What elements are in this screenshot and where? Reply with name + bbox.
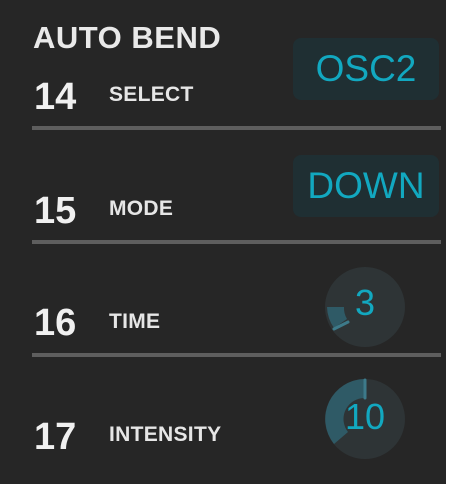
- divider: [32, 240, 441, 244]
- parameter-number: 17: [34, 416, 77, 458]
- divider: [32, 353, 441, 357]
- knob-value: 10: [344, 396, 386, 437]
- knob-value: 3: [354, 282, 376, 323]
- parameter-label: MODE: [109, 197, 174, 220]
- parameter-label: INTENSITY: [109, 423, 222, 446]
- parameter-label: TIME: [109, 310, 161, 333]
- divider: [32, 126, 441, 130]
- row-intensity: 17 INTENSITY 10: [0, 0, 446, 459]
- mode-value-selector[interactable]: DOWN: [293, 155, 439, 217]
- auto-bend-panel: AUTO BEND 14 SELECT OSC2 15 MODE DOWN 16…: [0, 0, 446, 484]
- time-knob[interactable]: 3: [320, 262, 410, 352]
- parameter-number: 15: [34, 190, 77, 232]
- parameter-number: 16: [34, 302, 77, 344]
- intensity-knob[interactable]: 10: [320, 374, 410, 464]
